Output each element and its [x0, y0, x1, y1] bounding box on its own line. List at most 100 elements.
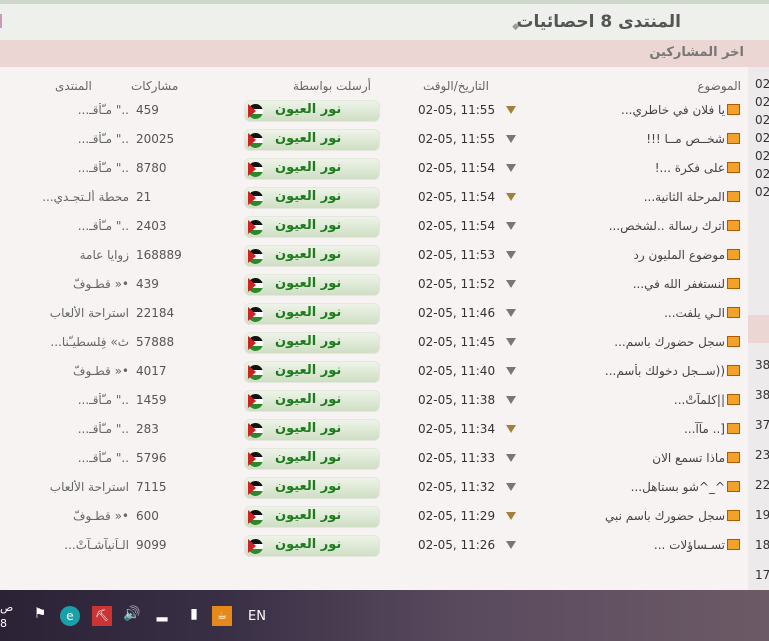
row-sender-link[interactable]: نور العيون — [244, 506, 380, 528]
row-date: 02-05, 11:33 — [418, 451, 496, 465]
row-topic-link[interactable]: ((ســجل دخولك بأسم... — [530, 364, 725, 378]
row-forum-link[interactable]: •« قطـوفّ — [4, 277, 129, 291]
row-topic-link[interactable]: [.. مآآ... — [530, 422, 725, 436]
row-topic-link[interactable]: ماذا تسمع الان — [530, 451, 725, 465]
row-forum-link[interactable]: •« قطـوفّ — [4, 364, 129, 378]
row-sender-link[interactable]: نور العيون — [244, 187, 380, 209]
row-sender-name: نور العيون — [275, 189, 342, 204]
go-to-last-post-icon[interactable] — [506, 425, 516, 433]
go-to-last-post-icon[interactable] — [506, 338, 516, 346]
row-posts-count: 459 — [136, 103, 159, 117]
go-to-last-post-icon[interactable] — [506, 280, 516, 288]
row-topic-link[interactable]: تسـساؤلات ... — [530, 538, 725, 552]
row-topic-link[interactable]: يا فلان في خاطري... — [530, 103, 725, 117]
table-row: .." مـّأقـ... 20025 نور العيون 02-05, 11:55… — [0, 126, 748, 155]
stats-title: المنتدى 8 احصائيات — [516, 12, 681, 32]
row-topic-link[interactable]: لنستغفر الله في... — [530, 277, 725, 291]
column-header-posts: مشاركات — [131, 79, 179, 93]
palestine-flag-icon — [248, 394, 263, 409]
go-to-last-post-icon[interactable] — [506, 454, 516, 462]
section-title: اخر المشاركين — [649, 45, 744, 60]
go-to-last-post-icon[interactable] — [506, 135, 516, 143]
go-to-last-post-icon[interactable] — [506, 396, 516, 404]
row-topic-link[interactable]: شخــص مــا !!! — [530, 132, 725, 146]
row-posts-count: 21 — [136, 190, 152, 204]
row-sender-link[interactable]: نور العيون — [244, 332, 380, 354]
row-date: 02-05, 11:54 — [418, 190, 496, 204]
row-forum-link[interactable]: •« قطـوفّ — [4, 509, 129, 523]
language-indicator[interactable]: EN — [248, 609, 266, 624]
browser-icon[interactable]: e — [60, 606, 80, 626]
row-posts-count: 4017 — [136, 364, 167, 378]
row-forum-link[interactable]: .." مـّأقـ... — [4, 161, 129, 175]
row-sender-link[interactable]: نور العيون — [244, 245, 380, 267]
row-topic-link[interactable]: موضوع المليون رد — [530, 248, 725, 262]
row-sender-link[interactable]: نور العيون — [244, 419, 380, 441]
table-row: زوايا عامة 168889 نور العيون 02-05, 11:53 مو… — [0, 242, 748, 271]
clock[interactable]: ص 8 — [0, 600, 13, 632]
row-forum-link[interactable]: الـاَنيآشـآتْ... — [4, 538, 129, 552]
row-sender-link[interactable]: نور العيون — [244, 448, 380, 470]
row-forum-link[interactable]: .." مـّأقـ... — [4, 103, 129, 117]
row-forum-link[interactable]: .." مـّأقـ... — [4, 393, 129, 407]
signal-icon[interactable]: ▂ — [152, 606, 172, 626]
row-forum-link[interactable]: زوايا عامة — [4, 248, 129, 262]
row-sender-link[interactable]: نور العيون — [244, 274, 380, 296]
row-topic-link[interactable]: ^_^شو بستاهل... — [530, 480, 725, 494]
topic-folder-icon — [727, 191, 740, 202]
row-posts-count: 20025 — [136, 132, 175, 146]
go-to-last-post-icon[interactable] — [506, 367, 516, 375]
row-topic-link[interactable]: على فكرة ...! — [530, 161, 725, 175]
go-to-last-post-icon[interactable] — [506, 309, 516, 317]
row-sender-link[interactable]: نور العيون — [244, 100, 380, 122]
row-topic-link[interactable]: سجل حضورك باسم... — [530, 335, 725, 349]
row-topic-link[interactable]: المرحلة الثانية... — [530, 190, 725, 204]
row-topic-link[interactable]: سجل حضورك باسم نبي — [530, 509, 725, 523]
row-forum-link[interactable]: .." مـّأقـ... — [4, 219, 129, 233]
row-posts-count: 22184 — [136, 306, 175, 320]
go-to-last-post-icon[interactable] — [506, 193, 516, 201]
table-row: .." مـّأقـ... 2403 نور العيون 02-05, 11:54 ا… — [0, 213, 748, 242]
row-topic-link[interactable]: اترك رسالة ..لشخص... — [530, 219, 725, 233]
palestine-flag-icon — [248, 307, 263, 322]
row-sender-link[interactable]: نور العيون — [244, 390, 380, 412]
go-to-last-post-icon[interactable] — [506, 164, 516, 172]
java-icon[interactable]: ☕ — [212, 606, 232, 626]
pdf-icon[interactable]: ⛏ — [92, 606, 112, 626]
go-to-last-post-icon[interactable] — [506, 222, 516, 230]
row-sender-link[interactable]: نور العيون — [244, 158, 380, 180]
row-forum-link[interactable]: .." مـّأقـ... — [4, 132, 129, 146]
go-to-last-post-icon[interactable] — [506, 106, 516, 114]
go-to-last-post-icon[interactable] — [506, 251, 516, 259]
go-to-last-post-icon[interactable] — [506, 541, 516, 549]
row-posts-count: 283 — [136, 422, 159, 436]
row-sender-name: نور العيون — [275, 392, 342, 407]
topic-folder-icon — [727, 220, 740, 231]
row-forum-link[interactable]: استراحة الألعاب — [4, 480, 129, 494]
battery-icon[interactable]: ▮ — [184, 606, 204, 626]
row-sender-link[interactable]: نور العيون — [244, 477, 380, 499]
row-sender-link[interactable]: نور العيون — [244, 216, 380, 238]
go-to-last-post-icon[interactable] — [506, 512, 516, 520]
row-forum-link[interactable]: .." مـّأقـ... — [4, 422, 129, 436]
row-date: 02-05, 11:55 — [418, 103, 496, 117]
row-sender-link[interactable]: نور العيون — [244, 361, 380, 383]
palestine-flag-icon — [248, 539, 263, 554]
clock-line-2: 8 — [0, 617, 7, 630]
row-forum-link[interactable]: .." مـّأقـ... — [4, 451, 129, 465]
row-forum-link[interactable]: محطة ألـتجـدي... — [4, 190, 129, 204]
row-forum-link[interactable]: استراحة الألعاب — [4, 306, 129, 320]
go-to-last-post-icon[interactable] — [506, 483, 516, 491]
palestine-flag-icon — [248, 191, 263, 206]
row-sender-link[interactable]: نور العيون — [244, 129, 380, 151]
row-topic-link[interactable]: الـي يلفت... — [530, 306, 725, 320]
palestine-flag-icon — [248, 278, 263, 293]
volume-icon[interactable]: 🔊 — [122, 606, 142, 626]
row-sender-link[interactable]: نور العيون — [244, 303, 380, 325]
row-forum-link[interactable]: ٿ» فِلسطيـّنا... — [4, 335, 129, 349]
table-row: استراحة الألعاب 7115 نور العيون 02-05, 11:3… — [0, 474, 748, 503]
row-topic-link[interactable]: ||كلمآتْ... — [530, 393, 725, 407]
row-date: 02-05, 11:32 — [418, 480, 496, 494]
flag-icon[interactable]: ⚑ — [30, 606, 50, 626]
row-sender-link[interactable]: نور العيون — [244, 535, 380, 557]
